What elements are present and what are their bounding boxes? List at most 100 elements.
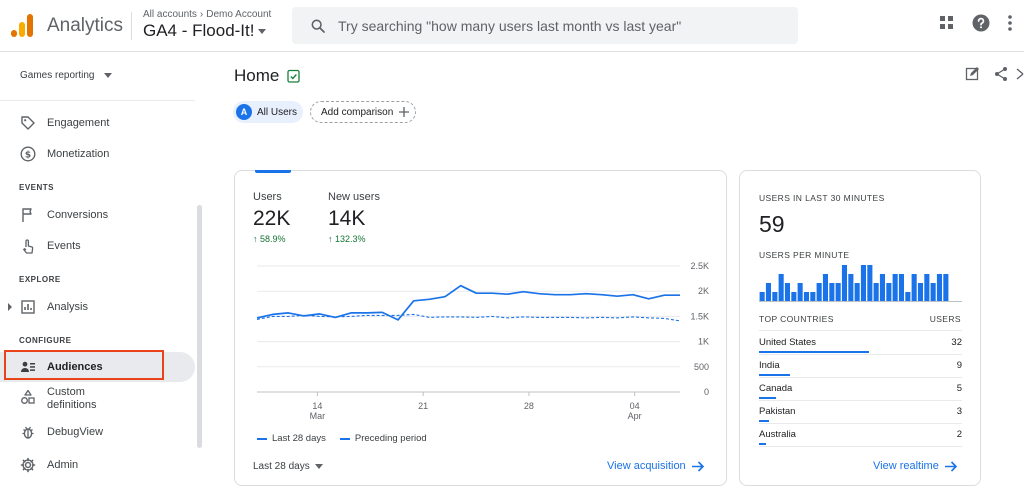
customize-report-icon[interactable] [965,66,981,82]
comparison-all-users[interactable]: A All Users [233,101,304,123]
sidebar-item-analysis[interactable]: Analysis [0,292,195,322]
users-line-chart[interactable]: 2.5K 2K 1.5K 1K 500 0 14Mar 21 28 04Apr [235,256,726,426]
breadcrumb-all-accounts[interactable]: All accounts [143,9,197,20]
search-input[interactable]: Try searching "how many users last month… [292,7,798,44]
more-vert-icon[interactable] [1005,14,1015,32]
minute-bar[interactable] [873,283,879,301]
section-explore-heading: EXPLORE [19,275,61,284]
sidebar-scrollbar[interactable] [197,205,202,448]
minute-bar[interactable] [810,292,816,301]
sidebar-item-monetization[interactable]: $ Monetization [0,139,195,169]
view-acquisition-link[interactable]: View acquisition [607,460,705,472]
minute-bar[interactable] [879,274,885,301]
view-realtime-link[interactable]: View realtime [873,460,958,472]
table-divider [759,330,962,331]
sidebar: Games reporting Engagement $ Monetizatio… [0,52,205,486]
add-comparison-button[interactable]: Add comparison [310,101,417,123]
minute-bar[interactable] [943,274,949,301]
minute-bar[interactable] [917,283,923,301]
minute-bar[interactable] [924,274,930,301]
minute-bar[interactable] [905,292,911,301]
minute-bar[interactable] [797,283,803,301]
series-line-previous[interactable] [256,313,681,322]
minute-bar[interactable] [898,274,904,301]
minute-bar[interactable] [911,274,917,301]
sidebar-item-admin[interactable]: Admin [0,450,195,480]
y-tick-label: 2.5K [690,261,709,271]
minute-bar[interactable] [930,283,936,301]
minute-bar[interactable] [778,274,784,301]
x-tick-label: 21 [418,401,428,411]
insights-icon[interactable] [1016,66,1024,82]
sidebar-item-label: Analysis [47,301,88,313]
property-selector[interactable]: GA4 - Flood-It! [143,21,267,41]
minute-bar[interactable] [860,265,866,301]
minute-bar[interactable] [791,292,797,301]
active-metric-indicator [255,170,291,173]
segment-avatar: A [236,104,252,120]
y-tick-label: 1K [698,337,709,347]
minute-bar[interactable] [765,283,771,301]
minute-bar[interactable] [867,265,873,301]
y-tick-label: 500 [694,362,709,372]
metric-value: 22K [253,207,291,230]
sidebar-item-conversions[interactable]: Conversions [0,200,195,230]
minute-bar[interactable] [886,283,892,301]
apps-grid-icon[interactable] [938,14,956,32]
x-tick-label: 28 [524,401,534,411]
country-name: United States [759,337,817,348]
arrow-right-icon [691,460,704,472]
metric-users[interactable]: Users 22K ↑ 58.9% [253,191,290,244]
section-configure-heading: CONFIGURE [19,336,72,345]
sidebar-item-custom-definitions[interactable]: Custom definitions [0,385,195,419]
table-row[interactable]: Pakistan 3 [759,406,962,429]
date-range-selector[interactable]: Last 28 days [253,461,323,472]
report-selector[interactable]: Games reporting [20,70,113,81]
minute-bar[interactable] [759,292,765,301]
sidebar-item-engagement[interactable]: Engagement [0,108,195,138]
users-per-minute-chart[interactable] [759,265,962,303]
minute-bar[interactable] [848,274,854,301]
report-selector-label: Games reporting [20,70,95,81]
table-row[interactable]: Canada 5 [759,383,962,406]
minute-bar[interactable] [835,283,841,301]
metric-new-users[interactable]: New users 14K ↑ 132.3% [328,191,380,244]
minute-bar[interactable] [822,274,828,301]
touch-icon [23,239,34,254]
verified-check-icon[interactable] [287,69,300,83]
minute-bar[interactable] [816,283,822,301]
help-icon[interactable] [972,14,990,32]
legend-item-current[interactable]: Last 28 days [257,433,326,444]
sidebar-item-label: Monetization [47,148,110,160]
sidebar-item-events[interactable]: Events [0,231,195,261]
table-row[interactable]: United States 32 [759,337,962,360]
minute-bar[interactable] [784,283,790,301]
app-name[interactable]: Analytics [47,15,123,37]
legend-item-previous[interactable]: Preceding period [339,433,427,444]
plus-icon [399,107,410,117]
minute-bar[interactable] [854,283,860,301]
share-icon[interactable] [993,66,1009,82]
minute-bar[interactable] [841,265,847,301]
analytics-logo-icon[interactable] [11,13,35,37]
y-tick-label: 0 [704,387,709,397]
table-row[interactable]: Australia 2 [759,429,962,452]
table-row[interactable]: India 9 [759,360,962,383]
country-name: India [759,360,780,371]
users-per-minute-heading: USERS PER MINUTE [759,250,850,260]
minute-bar[interactable] [892,274,898,301]
minute-bar[interactable] [803,292,809,301]
country-name: Canada [759,383,793,394]
sidebar-divider [0,100,195,101]
minute-bar[interactable] [829,283,835,301]
breadcrumb-account[interactable]: Demo Account [206,9,271,20]
minute-bar[interactable] [936,274,942,301]
chevron-down-icon [314,464,323,469]
country-users: 3 [956,406,962,417]
chart-legend: Last 28 days Preceding period [257,433,427,444]
solid-line-swatch [257,437,267,440]
country-users: 32 [951,337,962,348]
breadcrumb[interactable]: All accounts › Demo Account [143,9,271,20]
sidebar-item-debugview[interactable]: DebugView [0,417,195,447]
minute-bar[interactable] [772,292,778,301]
